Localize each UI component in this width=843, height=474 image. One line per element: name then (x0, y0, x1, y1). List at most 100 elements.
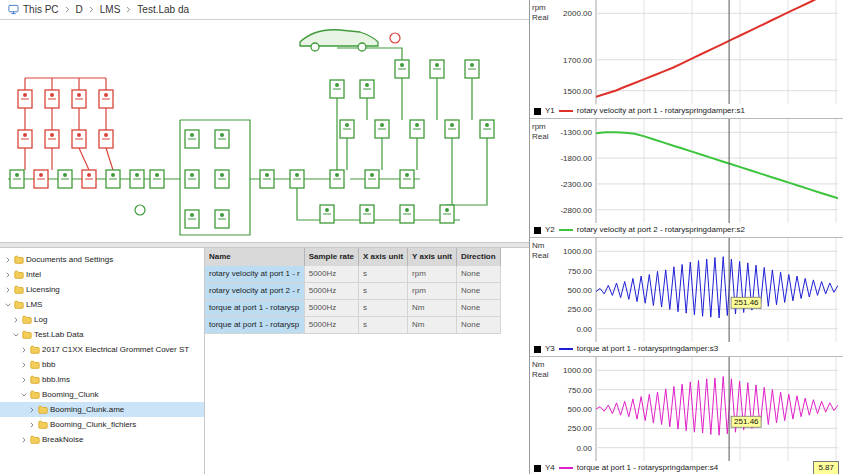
diagram-component[interactable] (360, 205, 374, 223)
collapse-icon[interactable] (20, 391, 28, 399)
diagram-component[interactable] (185, 170, 199, 188)
expand-icon[interactable] (4, 271, 12, 279)
diagram-component[interactable] (215, 170, 229, 188)
expand-icon[interactable] (20, 346, 28, 354)
diagram-component[interactable] (430, 60, 444, 78)
diagram-component[interactable] (185, 130, 199, 148)
table-row[interactable]: rotary velocity at port 1 - r5000HzsrpmN… (205, 266, 500, 283)
cursor-line[interactable] (729, 238, 730, 342)
collapse-icon[interactable] (12, 331, 20, 339)
tree-item[interactable]: Log (0, 312, 204, 327)
diagram-component[interactable] (445, 120, 459, 138)
diagram-component[interactable] (45, 90, 59, 108)
column-header[interactable]: Y axis unit (408, 248, 457, 266)
diagram-component[interactable] (99, 130, 113, 148)
chart-panel[interactable]: NmReal1000.00750.00500.00250.000.00251.4… (530, 357, 843, 474)
cursor-line[interactable] (729, 119, 730, 223)
diagram-component[interactable] (400, 205, 414, 223)
diagram-component[interactable] (45, 130, 59, 148)
schematic-diagram[interactable] (0, 20, 529, 242)
chart-panel[interactable]: rpmReal2000.001700.001500.00Y1rotary vel… (530, 0, 843, 119)
breadcrumb-bar[interactable]: This PCDLMSTest.Lab da (0, 0, 529, 20)
tree-item[interactable]: Test.Lab Data (0, 327, 204, 342)
tree-item[interactable]: Documents and Settings (0, 252, 204, 267)
chart-plot[interactable]: rpmReal-1300.00-1800.00-2300.00-2800.00 (530, 119, 843, 223)
diagram-component[interactable] (400, 170, 414, 188)
tree-item[interactable]: bbb (0, 357, 204, 372)
tree-item[interactable]: Licensing (0, 282, 204, 297)
diagram-component[interactable] (260, 170, 274, 188)
diagram-canvas[interactable] (0, 20, 529, 242)
diagram-component[interactable] (106, 170, 120, 188)
diagram-component[interactable] (215, 210, 229, 228)
diagram-component[interactable] (365, 170, 379, 188)
diagram-component[interactable] (290, 170, 304, 188)
diagram-component[interactable] (72, 130, 86, 148)
diagram-component[interactable] (10, 170, 24, 188)
diagram-component[interactable] (330, 80, 344, 98)
column-header[interactable]: Direction (456, 248, 500, 266)
diagram-component[interactable] (185, 210, 199, 228)
tree-item[interactable]: 2017 C1XX Electrical Grommet Cover ST (0, 342, 204, 357)
diagram-component[interactable] (480, 120, 494, 138)
chart-panel[interactable]: rpmReal-1300.00-1800.00-2300.00-2800.00Y… (530, 119, 843, 238)
diagram-component[interactable] (395, 60, 409, 78)
chart-plot[interactable]: rpmReal2000.001700.001500.00 (530, 0, 843, 104)
expand-icon[interactable] (4, 256, 12, 264)
diagram-component[interactable] (465, 60, 479, 78)
diagram-component[interactable] (330, 170, 344, 188)
expand-icon[interactable] (12, 316, 20, 324)
sensor-icon[interactable] (135, 33, 400, 215)
breadcrumb-item[interactable]: Test.Lab da (137, 2, 189, 17)
diagram-component[interactable] (130, 170, 144, 188)
tree-item[interactable]: Booming_Clunk_fichiers (0, 417, 204, 432)
chart-legend[interactable]: Y4torque at port 1 - rotaryspringdamper:… (530, 461, 843, 474)
chart-plot[interactable]: NmReal1000.00750.00500.00250.000.00251.4… (530, 238, 843, 342)
signal-table[interactable]: NameSample rateX axis unitY axis unitDir… (205, 248, 529, 474)
diagram-component[interactable] (340, 120, 354, 138)
diagram-component[interactable] (72, 90, 86, 108)
diagram-component[interactable] (58, 170, 72, 188)
column-header[interactable]: Name (205, 248, 304, 266)
diagram-component[interactable] (410, 120, 424, 138)
tree-item[interactable]: Intel (0, 267, 204, 282)
chart-legend[interactable]: Y2rotary velocity at port 2 - rotaryspri… (530, 223, 843, 237)
diagram-component[interactable] (215, 130, 229, 148)
expand-icon[interactable] (28, 421, 36, 429)
chart-legend[interactable]: Y1rotary velocity at port 1 - rotaryspri… (530, 104, 843, 118)
expand-icon[interactable] (20, 376, 28, 384)
diagram-component[interactable] (440, 205, 454, 223)
tree-item[interactable]: bbb.lms (0, 372, 204, 387)
expand-icon[interactable] (20, 436, 28, 444)
cursor-line[interactable] (729, 357, 730, 461)
diagram-component[interactable] (99, 90, 113, 108)
table-row[interactable]: rotary velocity at port 2 - r5000HzsrpmN… (205, 283, 500, 300)
column-header[interactable]: X axis unit (359, 248, 408, 266)
tree-item[interactable]: Booming_Clunk.ame (0, 402, 204, 417)
chart-plot[interactable]: NmReal1000.00750.00500.00250.000.00251.4… (530, 357, 843, 461)
cursor-line[interactable] (729, 0, 730, 104)
breadcrumb-item[interactable]: LMS (100, 2, 121, 17)
column-header[interactable]: Sample rate (304, 248, 358, 266)
breadcrumb-item[interactable]: This PC (23, 2, 59, 17)
diagram-component[interactable] (150, 170, 164, 188)
chart-legend[interactable]: Y3torque at port 1 - rotaryspringdamper:… (530, 342, 843, 356)
table-row[interactable]: torque at port 1 - rotarysp5000HzsNmNone (205, 317, 500, 334)
diagram-component[interactable] (375, 120, 389, 138)
expand-icon[interactable] (4, 286, 12, 294)
chart-panel[interactable]: NmReal1000.00750.00500.00250.000.00251.4… (530, 238, 843, 357)
tree-item[interactable]: BreakNoise (0, 432, 204, 447)
diagram-component[interactable] (34, 170, 48, 188)
folder-tree[interactable]: Documents and SettingsIntelLicensingLMSL… (0, 248, 205, 474)
diagram-component[interactable] (18, 130, 32, 148)
diagram-component[interactable] (360, 80, 374, 98)
tree-item[interactable]: LMS (0, 297, 204, 312)
diagram-component[interactable] (82, 170, 96, 188)
expand-icon[interactable] (20, 361, 28, 369)
car-icon[interactable] (300, 30, 378, 51)
tree-item[interactable]: Booming_Clunk (0, 387, 204, 402)
expand-icon[interactable] (28, 406, 36, 414)
table-row[interactable]: torque at port 1 - rotarysp5000HzsNmNone (205, 300, 500, 317)
diagram-component[interactable] (18, 90, 32, 108)
diagram-component[interactable] (320, 205, 334, 223)
